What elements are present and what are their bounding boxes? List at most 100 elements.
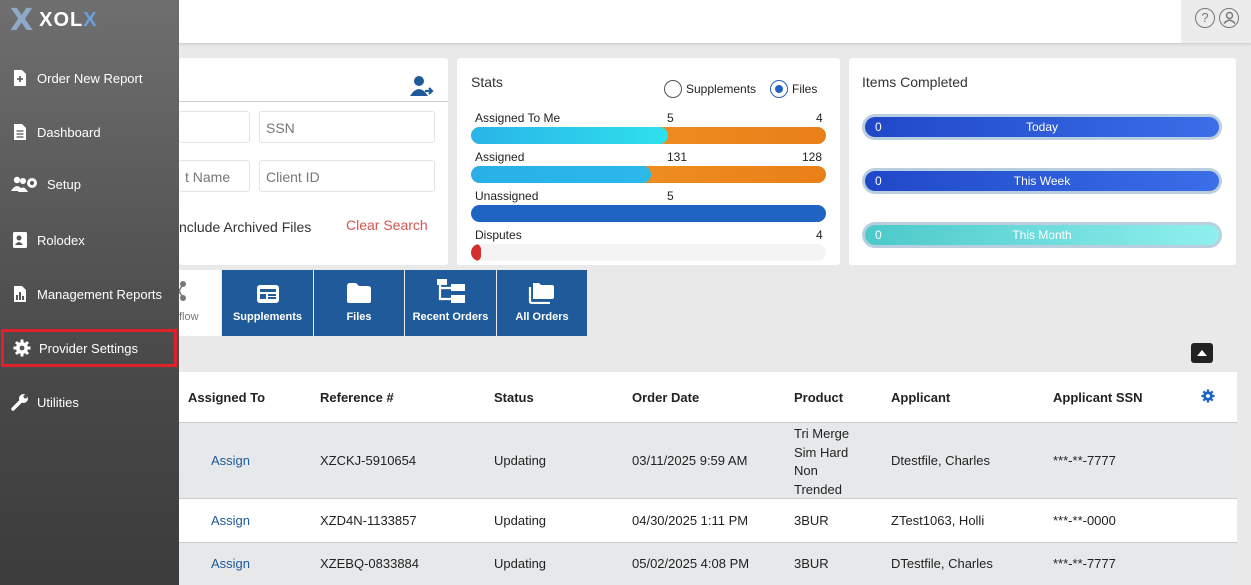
help-circle-icon[interactable]: ? <box>1195 8 1215 28</box>
status-cell: Updating <box>494 556 547 571</box>
document-icon <box>11 123 29 141</box>
user-circle-icon[interactable] <box>1219 8 1239 28</box>
stat-total-disputes: 4 <box>816 228 823 242</box>
assign-link[interactable]: Assign <box>211 556 250 571</box>
product-line: Trended <box>794 482 842 498</box>
completed-today-label: Today <box>1025 120 1059 134</box>
column-header-applicant-ssn[interactable]: Applicant SSN <box>1053 390 1143 405</box>
logo-accent: X <box>83 8 98 31</box>
report-chart-icon <box>11 285 29 303</box>
contact-card-icon <box>11 231 29 249</box>
sidebar-item-rolodex[interactable]: Rolodex <box>0 220 179 260</box>
order-date-cell: 04/30/2025 1:11 PM <box>632 513 749 528</box>
items-completed-title: Items Completed <box>862 74 968 90</box>
column-header-assigned-to[interactable]: Assigned To <box>188 390 265 405</box>
last-name-field[interactable]: t Name <box>179 160 250 192</box>
tab-supplements[interactable]: Supplements <box>222 270 313 336</box>
tab-files-label: Files <box>346 311 372 323</box>
clear-search-link[interactable]: Clear Search <box>346 217 428 233</box>
tab-workflow-label: flow <box>179 311 199 323</box>
sidebar-item-label: Utilities <box>37 394 79 410</box>
sidebar-item-setup[interactable]: Setup <box>0 164 179 204</box>
wrench-icon <box>11 393 29 411</box>
tab-workflow[interactable]: flow <box>178 270 221 336</box>
stat-label-unassigned: Unassigned <box>475 189 539 203</box>
sidebar-item-order-new-report[interactable]: Order New Report <box>0 58 179 98</box>
stat-bar-unassigned <box>471 205 826 222</box>
product-line: Non <box>794 463 818 479</box>
supplements-radio[interactable] <box>664 80 682 98</box>
stat-bar-assigned-to-me <box>471 127 826 144</box>
gear-icon <box>13 339 31 357</box>
topbar-actions: ? <box>1181 0 1251 43</box>
folder-icon <box>314 270 404 306</box>
sidebar-item-management-reports[interactable]: Management Reports <box>0 274 179 314</box>
tab-recent-orders-label: Recent Orders <box>412 311 489 323</box>
sidebar-item-dashboard[interactable]: Dashboard <box>0 112 179 152</box>
applicant-cell: ZTest1063, Holli <box>891 513 985 528</box>
stat-value-assigned: 131 <box>667 150 688 164</box>
column-header-applicant[interactable]: Applicant <box>891 390 950 405</box>
status-cell: Updating <box>494 453 547 468</box>
column-header-order-date[interactable]: Order Date <box>632 390 699 405</box>
user-assign-icon[interactable] <box>410 75 436 104</box>
stat-bar-disputes <box>471 244 826 261</box>
sidebar-item-utilities[interactable]: Utilities <box>0 382 179 422</box>
product-cell: 3BUR <box>794 556 829 571</box>
table-settings-gear-icon[interactable] <box>1201 389 1215 408</box>
column-header-reference[interactable]: Reference # <box>320 390 394 405</box>
supplements-radio-label[interactable]: Supplements <box>686 82 756 96</box>
files-radio[interactable] <box>770 80 788 98</box>
order-date-cell: 03/11/2025 9:59 AM <box>632 453 748 468</box>
stat-total-assigned: 128 <box>802 150 823 164</box>
completed-today: 0 Today <box>862 114 1222 140</box>
completed-week-label: This Week <box>1013 174 1071 188</box>
product-cell: Tri Merge Sim Hard Non Trended <box>794 425 849 500</box>
assign-link[interactable]: Assign <box>211 513 250 528</box>
reference-cell: XZEBQ-0833884 <box>320 556 420 571</box>
sidebar-item-label: Rolodex <box>37 232 85 248</box>
sidebar-item-label: Management Reports <box>37 286 163 302</box>
tab-all-orders[interactable]: All Orders <box>497 270 587 336</box>
product-line: Sim Hard <box>794 444 849 460</box>
panel-divider <box>179 101 448 102</box>
stat-total-assigned-to-me: 4 <box>816 111 823 125</box>
stat-bar-assigned <box>471 166 826 183</box>
folders-icon <box>497 270 587 306</box>
tab-all-orders-label: All Orders <box>515 311 569 323</box>
applicant-ssn-cell: ***-**-7777 <box>1053 556 1116 571</box>
column-header-product[interactable]: Product <box>794 390 843 405</box>
users-gear-icon <box>11 175 39 193</box>
tab-files[interactable]: Files <box>314 270 404 336</box>
stat-value-unassigned: 5 <box>667 189 674 203</box>
assign-link[interactable]: Assign <box>211 453 250 468</box>
completed-this-month: 0 This Month <box>862 222 1222 248</box>
stats-title: Stats <box>471 74 503 90</box>
tab-recent-orders[interactable]: Recent Orders <box>405 270 496 336</box>
sidebar-item-label: Order New Report <box>37 70 143 86</box>
product-cell: 3BUR <box>794 513 829 528</box>
column-header-status[interactable]: Status <box>494 390 534 405</box>
sidebar-item-label: Provider Settings <box>39 340 138 356</box>
collapse-up-icon[interactable] <box>1191 343 1213 363</box>
sitemap-icon <box>405 270 496 306</box>
file-plus-icon <box>11 69 29 87</box>
workflow-icon <box>178 280 189 307</box>
supplements-icon <box>222 270 313 306</box>
sidebar: X XOLX Order New Report Dashboard Setup … <box>0 0 179 585</box>
include-archived-label[interactable]: nclude Archived Files <box>179 219 311 235</box>
applicant-ssn-cell: ***-**-7777 <box>1053 453 1116 468</box>
client-id-field[interactable]: Client ID <box>259 160 435 192</box>
stat-label-disputes: Disputes <box>475 228 522 242</box>
files-radio-label[interactable]: Files <box>792 82 817 96</box>
order-date-cell: 05/02/2025 4:08 PM <box>632 556 750 571</box>
ssn-field[interactable]: SSN <box>259 111 435 143</box>
logo-text: XOL <box>39 8 84 31</box>
logo[interactable]: X XOLX <box>10 3 98 38</box>
sidebar-item-provider-settings[interactable]: Provider Settings <box>1 329 177 367</box>
table-toolbar <box>179 336 1237 372</box>
applicant-ssn-cell: ***-**-0000 <box>1053 513 1116 528</box>
stat-label-assigned: Assigned <box>475 150 525 164</box>
first-name-field[interactable] <box>179 111 250 143</box>
reference-cell: XZD4N-1133857 <box>320 513 417 528</box>
